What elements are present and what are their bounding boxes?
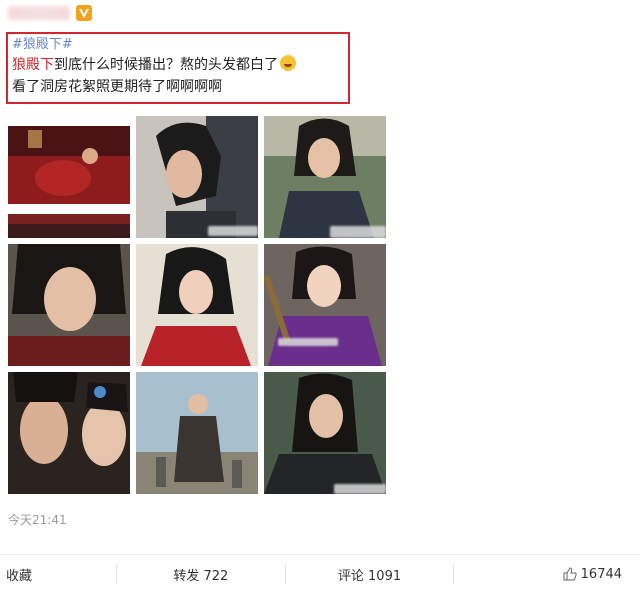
watermark-redacted bbox=[278, 338, 338, 346]
image-tile-7[interactable] bbox=[8, 372, 130, 494]
crying-face-icon bbox=[280, 55, 296, 71]
watermark-redacted bbox=[208, 226, 258, 236]
post-header bbox=[8, 0, 92, 26]
image-tile-6[interactable] bbox=[264, 244, 386, 366]
comment-label: 评论 1091 bbox=[337, 568, 402, 584]
action-bar: 收藏 转发 722 评论 1091 16744 bbox=[0, 554, 640, 592]
collect-button[interactable]: 收藏 bbox=[0, 564, 117, 584]
vip-badge-icon bbox=[76, 5, 92, 21]
post-text-line-2: 看了洞房花絮照更期待了啊啊啊啊 bbox=[12, 79, 222, 95]
hashtag-link[interactable]: #狼殿下# bbox=[12, 36, 344, 54]
weibo-post: #狼殿下# 狼殿下到底什么时候播出？熬的头发都白了 看了洞房花絮照更期待了啊啊啊… bbox=[0, 0, 640, 592]
image-tile-2[interactable] bbox=[136, 116, 258, 238]
like-count: 16744 bbox=[580, 566, 623, 582]
thumbs-up-icon bbox=[563, 567, 577, 581]
username-redacted[interactable] bbox=[8, 6, 70, 20]
image-tile-5[interactable] bbox=[136, 244, 258, 366]
post-text-line-1-rest: 到底什么时候播出？熬的头发都白了 bbox=[54, 57, 278, 73]
collect-label: 收藏 bbox=[6, 568, 33, 584]
post-text-line-1: 狼殿下到底什么时候播出？熬的头发都白了 bbox=[12, 54, 344, 76]
comment-button[interactable]: 评论 1091 bbox=[286, 564, 455, 584]
image-grid bbox=[8, 116, 388, 496]
image-tile-8[interactable] bbox=[136, 372, 258, 494]
post-timestamp[interactable]: 今天21:41 bbox=[8, 511, 67, 528]
post-text-red: 狼殿下 bbox=[12, 57, 54, 73]
image-tile-1[interactable] bbox=[8, 116, 130, 238]
repost-label: 转发 722 bbox=[173, 568, 229, 584]
image-tile-9[interactable] bbox=[264, 372, 386, 494]
watermark-redacted bbox=[330, 226, 386, 238]
image-tile-4[interactable] bbox=[8, 244, 130, 366]
watermark-redacted bbox=[334, 484, 386, 494]
repost-button[interactable]: 转发 722 bbox=[117, 564, 286, 584]
image-tile-3[interactable] bbox=[264, 116, 386, 238]
post-text-highlighted: #狼殿下# 狼殿下到底什么时候播出？熬的头发都白了 看了洞房花絮照更期待了啊啊啊… bbox=[6, 32, 350, 104]
like-button[interactable]: 16744 bbox=[454, 564, 640, 584]
